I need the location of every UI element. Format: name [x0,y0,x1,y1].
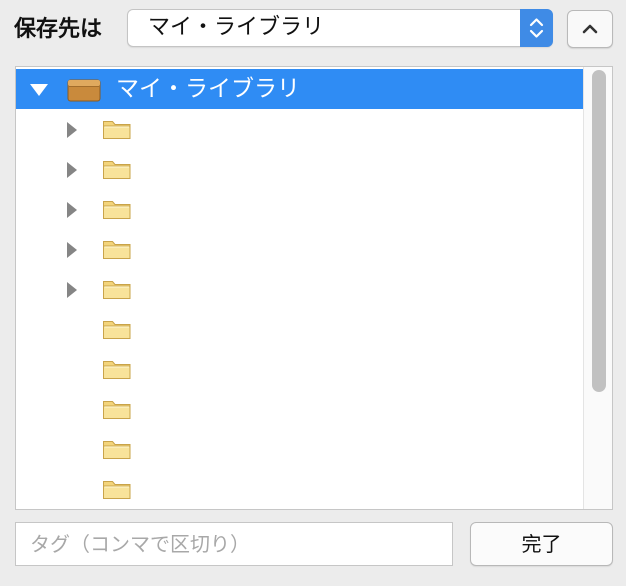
chevron-up-icon [582,24,598,34]
disclosure-collapsed-icon[interactable] [66,121,78,139]
folder-icon [103,161,131,179]
disclosure-collapsed-icon[interactable] [66,201,78,219]
folder-icon [103,361,131,379]
folder-icon [103,241,131,259]
tree-row-folder[interactable] [16,429,583,469]
destination-select-value: マイ・ライブラリ [148,15,325,40]
disclosure-collapsed-icon[interactable] [66,281,78,299]
disclosure-collapsed-icon[interactable] [66,161,78,179]
destination-select[interactable]: マイ・ライブラリ [127,9,553,47]
folder-icon-wrap [102,478,132,504]
tree-row-folder[interactable] [16,149,583,189]
folder-icon [103,321,131,339]
folder-icon-wrap [102,158,132,184]
tree-row-folder[interactable] [16,349,583,389]
save-location-label: 保存先は [14,17,103,42]
folder-icon-wrap [102,198,132,224]
tree-row-folder[interactable] [16,189,583,229]
collapse-tree-button[interactable] [567,10,613,48]
folder-icon [103,401,131,419]
tree-row-folder[interactable] [16,229,583,269]
tree-row-my-library[interactable]: マイ・ライブラリ [16,69,583,109]
collection-tree[interactable]: マイ・ライブラリ [15,66,613,510]
folder-icon-wrap [102,398,132,424]
folder-icon-wrap [102,318,132,344]
folder-icon [103,281,131,299]
select-stepper[interactable] [520,9,553,47]
scroll-thumb[interactable] [592,70,606,392]
folder-icon [103,441,131,459]
tree-row-label: マイ・ライブラリ [116,76,300,102]
disclosure-expanded-icon[interactable] [29,83,49,97]
folder-icon-wrap [102,438,132,464]
library-box-icon [67,79,101,102]
folder-icon [103,121,131,139]
tree-row-folder[interactable] [16,469,583,509]
folder-icon [103,201,131,219]
tree-row-folder[interactable] [16,309,583,349]
folder-icon-wrap [102,278,132,304]
up-down-chevron-icon [529,18,544,38]
disclosure-collapsed-icon[interactable] [66,241,78,259]
folder-icon-wrap [102,358,132,384]
folder-icon-wrap [102,238,132,264]
tree-row-folder[interactable] [16,109,583,149]
tree-row-folder[interactable] [16,389,583,429]
folder-icon-wrap [102,118,132,144]
tree-row-folder[interactable] [16,269,583,309]
done-button[interactable]: 完了 [470,522,613,566]
folder-icon [103,481,131,499]
vertical-scrollbar[interactable] [583,67,612,509]
tags-input[interactable] [15,522,453,566]
